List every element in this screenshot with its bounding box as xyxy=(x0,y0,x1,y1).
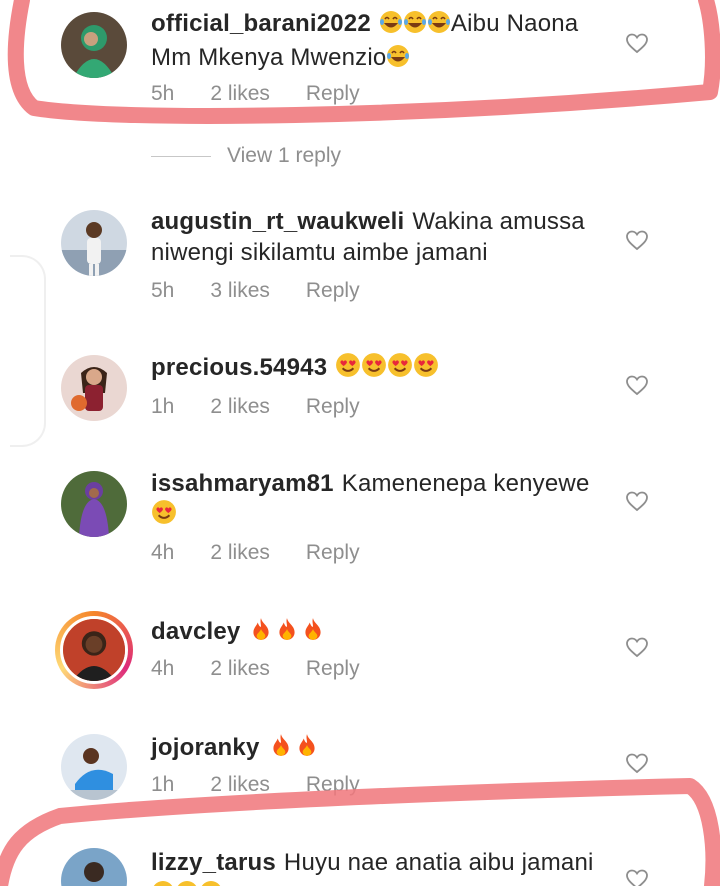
fire-emoji-icon xyxy=(268,732,294,766)
avatar[interactable] xyxy=(61,734,127,800)
heart-eyes-emoji-icon xyxy=(387,352,413,386)
heart-outline-icon[interactable] xyxy=(625,490,649,512)
comment-likes[interactable]: 2 likes xyxy=(210,541,270,565)
comment-likes[interactable]: 3 likes xyxy=(210,279,270,303)
comment-meta: 4h 2 likes Reply xyxy=(151,541,360,565)
view-replies-label: View 1 reply xyxy=(227,144,342,167)
reply-button[interactable]: Reply xyxy=(306,82,360,106)
comment-meta: 1h 2 likes Reply xyxy=(151,395,360,419)
reply-button[interactable]: Reply xyxy=(306,541,360,565)
view-replies-button[interactable]: View 1 reply xyxy=(151,144,341,168)
comment-username[interactable]: jojoranky xyxy=(151,734,260,761)
comment-body: official_barani2022 Aibu Naona Mm Mkenya … xyxy=(151,8,611,76)
comment-meta: 5h 3 likes Reply xyxy=(151,279,360,303)
avatar[interactable] xyxy=(61,471,127,537)
avatar[interactable] xyxy=(61,355,127,421)
comment-meta: 5h 2 likes Reply xyxy=(151,82,360,106)
comment-body: lizzy_tarus Huyu nae anatia aibu jamani xyxy=(151,847,611,886)
divider-line xyxy=(151,155,211,157)
comment-likes[interactable]: 2 likes xyxy=(210,395,270,419)
comment-body: jojoranky xyxy=(151,732,611,766)
avatar[interactable] xyxy=(61,12,127,78)
heart-outline-icon[interactable] xyxy=(625,374,649,396)
laughing-emoji-icon xyxy=(386,44,410,76)
comment-text: Huyu nae anatia aibu jamani xyxy=(283,849,594,876)
laughing-emoji-icon xyxy=(199,880,223,886)
avatar-with-story-ring[interactable] xyxy=(55,611,133,689)
fire-emoji-icon xyxy=(300,616,326,650)
heart-eyes-emoji-icon xyxy=(413,352,439,386)
heart-eyes-emoji-icon xyxy=(335,352,361,386)
reply-button[interactable]: Reply xyxy=(306,773,360,797)
comment-time: 5h xyxy=(151,279,175,302)
comment-username[interactable]: augustin_rt_waukweli xyxy=(151,208,404,235)
comment-body: augustin_rt_waukweli Wakina amussa niweng… xyxy=(151,206,611,268)
comment-body: precious.54943 xyxy=(151,352,611,386)
comment-time: 5h xyxy=(151,82,175,105)
comment-time: 4h xyxy=(151,657,175,680)
comment-time: 1h xyxy=(151,773,175,796)
fire-emoji-icon xyxy=(294,732,320,766)
reply-button[interactable]: Reply xyxy=(306,395,360,419)
avatar[interactable] xyxy=(61,210,127,276)
comment-username[interactable]: issahmaryam81 xyxy=(151,470,334,497)
heart-outline-icon[interactable] xyxy=(625,636,649,658)
heart-eyes-emoji-icon xyxy=(361,352,387,386)
fire-emoji-icon xyxy=(248,616,274,650)
laughing-emoji-icon xyxy=(403,10,427,42)
comment-likes[interactable]: 2 likes xyxy=(210,657,270,681)
heart-outline-icon[interactable] xyxy=(625,752,649,774)
story-panel-edge xyxy=(10,255,46,447)
laughing-emoji-icon xyxy=(151,880,175,886)
comment-text: Kamenenepa kenyewe xyxy=(341,470,590,497)
heart-outline-icon[interactable] xyxy=(625,32,649,54)
comment-meta: 1h 2 likes Reply xyxy=(151,773,360,797)
comment-likes[interactable]: 2 likes xyxy=(210,773,270,797)
laughing-emoji-icon xyxy=(379,10,403,42)
comment-username[interactable]: precious.54943 xyxy=(151,354,327,381)
heart-outline-icon[interactable] xyxy=(625,229,649,251)
comment-likes[interactable]: 2 likes xyxy=(210,82,270,106)
heart-eyes-emoji-icon xyxy=(151,499,177,533)
fire-emoji-icon xyxy=(274,616,300,650)
comments-list: official_barani2022 Aibu Naona Mm Mkenya … xyxy=(0,0,720,886)
comment-username[interactable]: lizzy_tarus xyxy=(151,849,276,876)
comment-body: issahmaryam81 Kamenenepa kenyewe xyxy=(151,468,611,533)
comment-time: 4h xyxy=(151,541,175,564)
comment-time: 1h xyxy=(151,395,175,418)
comment-body: davcley xyxy=(151,616,611,650)
comment-username[interactable]: davcley xyxy=(151,618,240,645)
reply-button[interactable]: Reply xyxy=(306,279,360,303)
avatar[interactable] xyxy=(61,848,127,886)
heart-outline-icon[interactable] xyxy=(625,868,649,886)
laughing-emoji-icon xyxy=(427,10,451,42)
reply-button[interactable]: Reply xyxy=(306,657,360,681)
comment-username[interactable]: official_barani2022 xyxy=(151,10,371,37)
laughing-emoji-icon xyxy=(175,880,199,886)
comment-meta: 4h 2 likes Reply xyxy=(151,657,360,681)
